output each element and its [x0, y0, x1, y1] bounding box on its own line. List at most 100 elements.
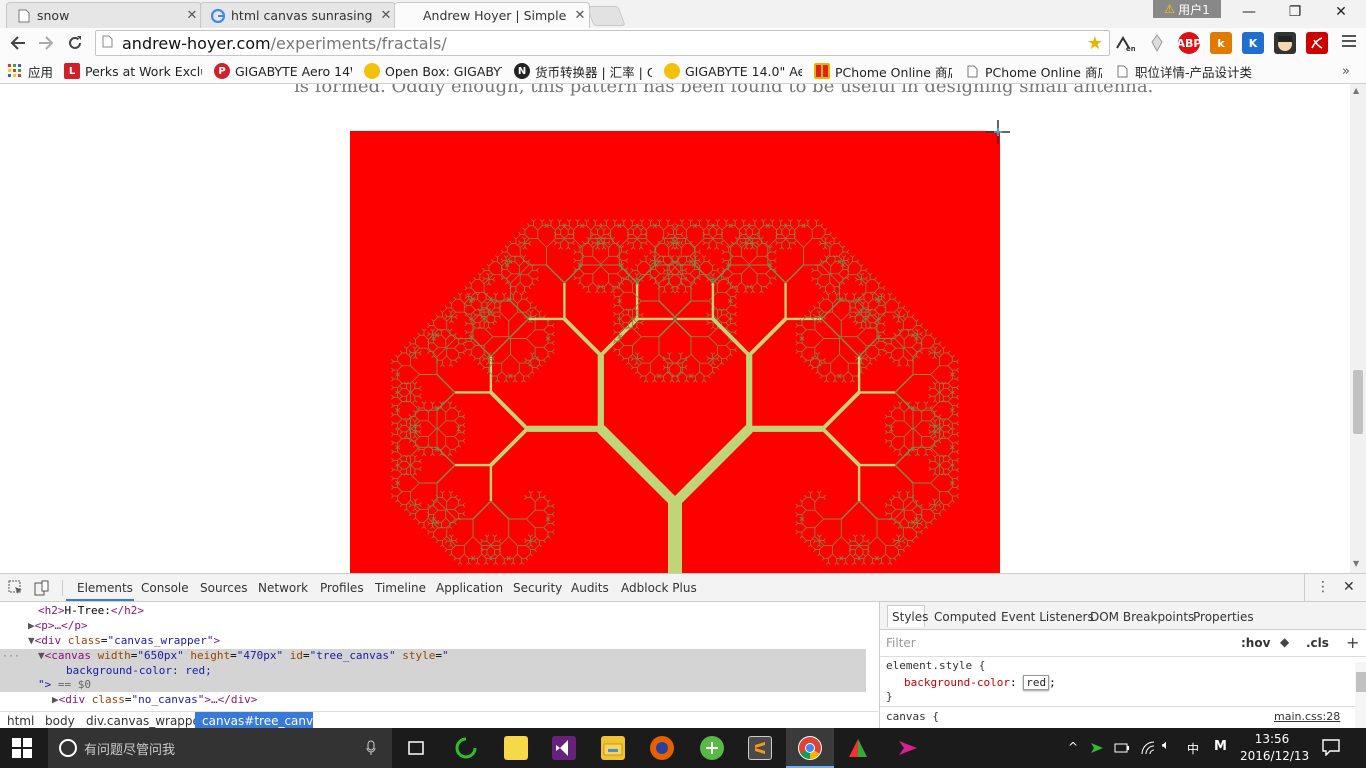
user-badge[interactable]: ⚠ 用户1 [1153, 0, 1221, 18]
pink-arrow-app-icon[interactable] [896, 736, 920, 760]
file-explorer-icon[interactable] [601, 736, 625, 760]
battery-icon[interactable] [1114, 740, 1130, 759]
green-browser-icon[interactable] [700, 736, 724, 760]
tray-overflow-icon[interactable]: ^ [1068, 740, 1078, 754]
styles-scrollbar[interactable] [1355, 662, 1366, 729]
bookmark-gigabyte-aero[interactable]: P GIGABYTE Aero 14W [214, 62, 352, 80]
expand-arrow-icon[interactable]: ▶ [52, 693, 59, 706]
scrollbar-thumb[interactable] [1353, 370, 1363, 434]
devtools-tab-adblock-plus[interactable]: Adblock Plus [621, 581, 697, 595]
colorful-app-icon[interactable] [846, 736, 870, 760]
devtools-tab-console[interactable]: Console [141, 581, 189, 595]
green-app-icon[interactable] [454, 736, 478, 760]
tab-snow[interactable]: snow ✕ [6, 2, 202, 28]
close-icon[interactable]: ✕ [571, 8, 589, 23]
green-tray-icon[interactable] [1090, 740, 1104, 759]
dom-node-h2[interactable]: <h2>H-Tree:</h2> [38, 604, 144, 618]
scroll-down-arrow-icon[interactable]: ▼ [1353, 559, 1359, 568]
close-window-button[interactable]: ✕ [1318, 0, 1364, 24]
tree-canvas[interactable] [350, 131, 1000, 573]
devtools-tab-audits[interactable]: Audits [571, 581, 609, 595]
expand-arrow-icon[interactable]: ▶ [28, 619, 35, 632]
cortana-search-box[interactable]: 有问题尽管问我 [48, 728, 392, 768]
style-declaration[interactable]: background-color: red; [904, 675, 1056, 690]
collapse-arrow-icon[interactable]: ▼ [28, 634, 35, 647]
pdf-ext-icon[interactable] [1306, 32, 1328, 54]
styles-tab-computed[interactable]: Computed [934, 610, 996, 624]
volume-icon[interactable]: 🔈︎ [1162, 738, 1170, 753]
new-rule-icon[interactable]: + [1346, 633, 1359, 652]
crumb-body[interactable]: body [45, 714, 75, 728]
address-bar[interactable]: andrew-hoyer.com/experiments/fractals/ ★ [95, 30, 1110, 56]
styles-tab-dom-breakpoints[interactable]: DOM Breakpoints [1090, 610, 1194, 624]
back-button[interactable] [6, 32, 30, 54]
clock-time[interactable]: 13:56 [1240, 732, 1304, 746]
firefox-icon[interactable] [650, 736, 674, 760]
devtools-tab-security[interactable]: Security [513, 581, 562, 595]
devtools-tab-timeline[interactable]: Timeline [375, 581, 426, 595]
action-center-icon[interactable] [1322, 738, 1340, 760]
css-source-link[interactable]: main.css:28 [1274, 710, 1340, 723]
page-info-icon[interactable] [102, 35, 118, 51]
devtools-tab-profiles[interactable]: Profiles [320, 581, 364, 595]
reload-button[interactable] [63, 32, 87, 54]
crumb-html[interactable]: html [7, 714, 34, 728]
styles-tab-event-listeners[interactable]: Event Listeners [1001, 610, 1094, 624]
bookmark-star-icon[interactable]: ★ [1087, 33, 1103, 54]
dom-node-p[interactable]: ▶<p>…</p> [28, 619, 88, 633]
clock-date[interactable]: 2016/12/13 [1240, 749, 1309, 763]
forward-button[interactable] [34, 32, 58, 54]
new-tab-button[interactable] [586, 6, 626, 26]
tab-andrew-hoyer[interactable]: Andrew Hoyer | Simple ✕ [394, 2, 590, 28]
bookmark-gigabyte-14[interactable]: GIGABYTE 14.0" Aer [664, 62, 802, 80]
device-mode-icon[interactable] [34, 580, 50, 600]
bookmark-pchome-1[interactable]: PChome Online 商店 [814, 62, 952, 80]
styles-filter-input[interactable]: Filter [886, 636, 916, 650]
chrome-menu-button[interactable] [1340, 34, 1358, 52]
k-blue-ext-icon[interactable]: K [1242, 32, 1264, 54]
ime-mode-indicator[interactable]: M [1214, 739, 1227, 754]
adblock-plus-icon[interactable]: ABP [1177, 32, 1201, 54]
ime-indicator[interactable]: 中 [1187, 740, 1199, 757]
devtools-tab-sources[interactable]: Sources [200, 581, 247, 595]
microphone-icon[interactable] [366, 740, 376, 756]
chrome-icon[interactable] [798, 736, 822, 760]
leaf-ext-icon[interactable] [1146, 32, 1168, 54]
sticky-notes-icon[interactable] [504, 736, 528, 760]
devtools-tab-elements[interactable]: Elements [77, 581, 133, 595]
styles-tab-styles[interactable]: Styles [892, 610, 928, 624]
bookmark-pchome-2[interactable]: PChome Online 商店 [964, 62, 1102, 80]
task-view-icon[interactable] [404, 736, 428, 760]
windows-start-icon[interactable] [12, 738, 32, 762]
devtools-tab-network[interactable]: Network [258, 581, 308, 595]
scroll-up-arrow-icon[interactable]: ▲ [1353, 86, 1359, 95]
restore-button[interactable]: ❐ [1272, 0, 1318, 24]
inspect-element-icon[interactable] [8, 580, 24, 600]
page-scrollbar[interactable] [1350, 84, 1366, 573]
visual-studio-icon[interactable] [552, 736, 576, 760]
color-format-icon[interactable]: ◆ [1280, 635, 1289, 649]
devtools-tab-application[interactable]: Application [436, 581, 503, 595]
devtools-menu-icon[interactable]: ⋮ [1316, 579, 1330, 595]
sublime-text-icon[interactable] [748, 736, 772, 760]
bookmark-apps[interactable]: 应用 [7, 62, 57, 80]
avatar-ext-icon[interactable] [1274, 32, 1296, 54]
wifi-icon[interactable] [1140, 740, 1156, 759]
close-icon[interactable]: ✕ [183, 8, 201, 23]
collapse-arrow-icon[interactable]: ▼ [38, 649, 45, 662]
dom-node-canvas[interactable]: ▼<canvas width="650px" height="470px" id… [38, 649, 449, 663]
close-icon[interactable]: ✕ [377, 8, 395, 23]
css-value-editor[interactable]: red [1023, 675, 1050, 690]
crumb-canvas-wrapper[interactable]: div.canvas_wrapper [86, 714, 205, 728]
bookmark-perks[interactable]: L Perks at Work Exclus [64, 62, 202, 80]
ellipsis-icon[interactable]: ··· [2, 651, 20, 662]
bookmark-currency[interactable]: N 货币转换器 | 汇率 | O [514, 62, 652, 80]
minimize-button[interactable]: — [1226, 0, 1272, 24]
cls-toggle[interactable]: .cls [1306, 636, 1329, 650]
k-ext-icon[interactable]: k [1210, 32, 1232, 54]
bookmark-job-detail[interactable]: 职位详情-产品设计类 [1114, 62, 1252, 80]
close-devtools-icon[interactable]: ✕ [1343, 579, 1355, 595]
dom-node-no-canvas[interactable]: ▶<div class="no_canvas">…</div> [52, 693, 257, 707]
tab-html-canvas[interactable]: html canvas sunrasing - ✕ [200, 2, 396, 28]
bookmarks-overflow-button[interactable]: » [1342, 62, 1360, 80]
